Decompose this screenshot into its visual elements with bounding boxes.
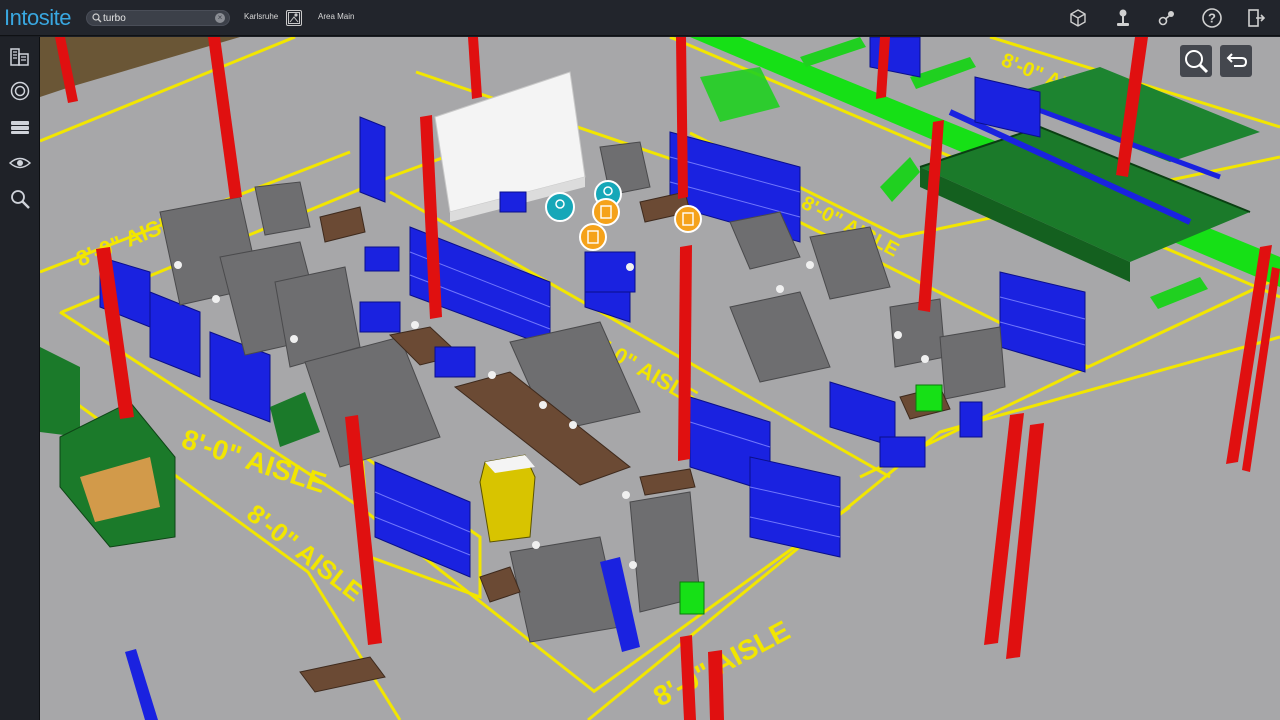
factory-floor[interactable]: 8'-0" AISLE 8'-0" AISLE 8'-0" AISLE 8'-0… — [40, 37, 1280, 720]
share-icon[interactable] — [1155, 6, 1179, 30]
zoom-icon — [1185, 50, 1209, 74]
joystick-icon[interactable] — [1111, 6, 1135, 30]
building-icon[interactable] — [8, 45, 32, 69]
app-logo: Intosite — [4, 5, 71, 30]
factory-3d-view[interactable]: 8'-0" AISLE 8'-0" AISLE 8'-0" AISLE 8'-0… — [40, 37, 1280, 720]
search-icon — [92, 13, 102, 23]
eye-icon[interactable] — [8, 151, 32, 175]
poi-teal-marker[interactable] — [545, 192, 575, 222]
search-icon[interactable] — [8, 187, 32, 211]
poi-orange-marker[interactable] — [674, 205, 702, 233]
svg-text:?: ? — [1208, 11, 1216, 26]
search-box[interactable]: × — [86, 10, 230, 26]
logout-icon[interactable] — [1244, 6, 1268, 30]
back-button[interactable] — [1220, 45, 1252, 77]
back-arrow-icon — [1226, 53, 1248, 67]
poi-orange-marker[interactable] — [579, 223, 607, 251]
poi-orange-marker[interactable] — [592, 198, 620, 226]
map-pin-icon[interactable] — [286, 10, 302, 26]
left-rail — [0, 37, 40, 720]
help-icon[interactable]: ? — [1200, 6, 1224, 30]
top-bar: Intosite × Karlsruhe Area Main ? — [0, 0, 1280, 36]
site-label[interactable]: Area Main — [318, 12, 354, 21]
zoom-button[interactable] — [1180, 45, 1212, 77]
cube-icon[interactable] — [1066, 6, 1090, 30]
layers-icon[interactable] — [8, 115, 32, 139]
city-label[interactable]: Karlsruhe — [244, 12, 278, 21]
target-icon[interactable] — [8, 79, 32, 103]
clear-search-icon[interactable]: × — [215, 13, 225, 23]
search-input[interactable] — [103, 11, 213, 25]
inspection-booth[interactable] — [479, 454, 536, 543]
